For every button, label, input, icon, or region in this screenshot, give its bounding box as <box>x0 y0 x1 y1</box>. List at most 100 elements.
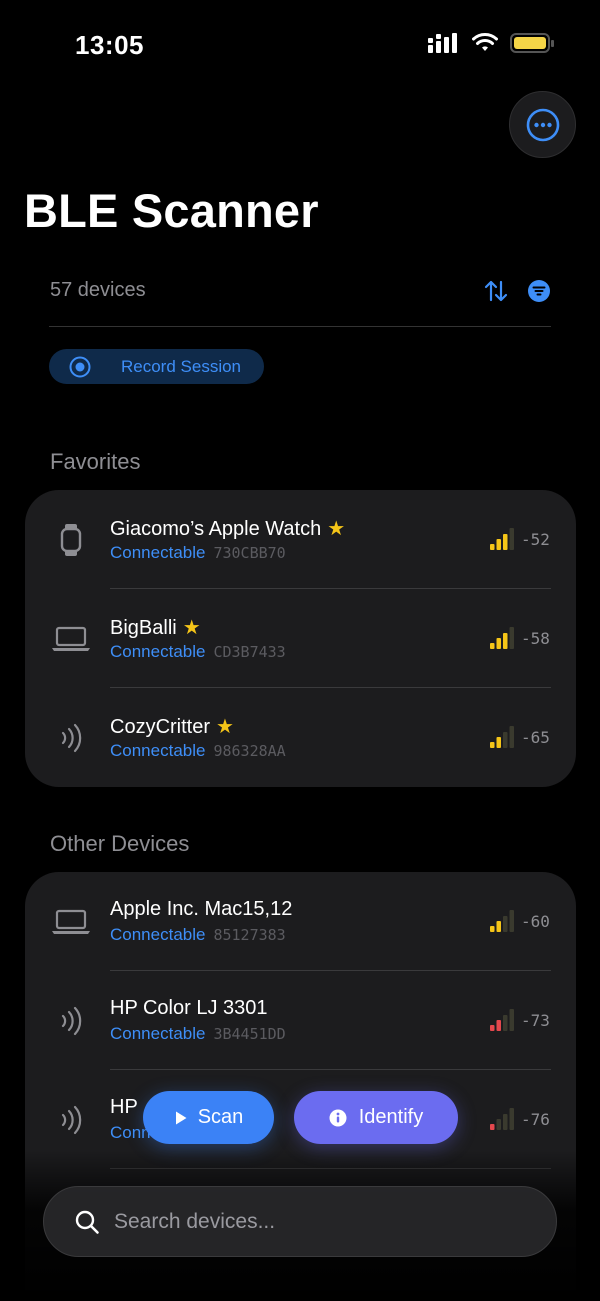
status-time: 13:05 <box>75 30 144 60</box>
device-subtitle: Connectable 3B4451DD <box>110 1024 286 1044</box>
signal-bar <box>490 1025 495 1031</box>
device-name-text: HP Color LJ 3301 <box>110 997 268 1019</box>
signal-bar <box>503 1015 508 1031</box>
battery-icon <box>510 33 554 53</box>
more-options-button[interactable] <box>509 91 576 158</box>
device-rssi: -52 <box>521 530 550 549</box>
signal-strength-icon <box>490 1108 516 1130</box>
device-row[interactable]: Giacomo’s Apple Watch ★ Connectable 730CBB7… <box>25 490 576 589</box>
device-id: 3B4451DD <box>213 1025 286 1043</box>
search-icon <box>75 1210 99 1234</box>
device-name: Apple Inc. Mac15,12 <box>110 898 292 921</box>
filter-icon[interactable] <box>527 279 551 303</box>
signal-strength-icon <box>490 1009 516 1031</box>
device-name: HP Color LJ 3301 <box>110 997 268 1020</box>
device-subtitle: Connectable 85127383 <box>110 925 286 945</box>
record-session-label: Record Session <box>121 356 242 376</box>
device-name-text: Giacomo’s Apple Watch <box>110 518 322 540</box>
device-row[interactable]: Apple Inc. Mac15,12 Connectable 85127383 -6… <box>25 872 576 971</box>
signal-bar <box>503 633 508 649</box>
device-name-text: CozyCritter <box>110 716 211 738</box>
signal-bar <box>509 627 514 649</box>
signal-bar <box>496 638 501 649</box>
signal-bar <box>496 1119 501 1130</box>
signal-bar <box>509 1108 514 1130</box>
device-name: CozyCritter ★ <box>110 714 234 739</box>
signal-bar <box>503 534 508 550</box>
status-bar: 13:05 <box>0 0 600 90</box>
page-title: BLE Scanner <box>24 184 319 237</box>
play-icon <box>175 1111 187 1124</box>
signal-bar <box>503 1114 508 1130</box>
broadcast-icon <box>50 1000 92 1042</box>
device-id: 986328AA <box>213 742 286 760</box>
laptop-icon <box>50 618 92 660</box>
laptop-icon <box>50 901 92 943</box>
device-name-text: BigBalli <box>110 617 177 639</box>
signal-bar <box>496 539 501 550</box>
device-row[interactable]: CozyCritter ★ Connectable 986328AA -65 <box>25 688 576 787</box>
signal-bar <box>490 1124 495 1130</box>
wifi-icon <box>472 33 498 51</box>
other-devices-section-title: Other Devices <box>50 831 190 856</box>
signal-bar <box>509 726 514 748</box>
device-rssi: -73 <box>521 1011 550 1030</box>
device-status: Connectable <box>110 543 206 562</box>
signal-strength-icon <box>490 726 516 748</box>
search-input[interactable] <box>114 1209 514 1234</box>
search-bar[interactable] <box>43 1186 557 1257</box>
signal-bar <box>490 742 495 748</box>
favorites-section-title: Favorites <box>50 449 141 474</box>
device-status: Connectable <box>110 1024 206 1043</box>
device-name-text: HP <box>110 1096 138 1118</box>
device-id: 730CBB70 <box>213 544 286 562</box>
info-icon <box>329 1109 347 1126</box>
sort-icon[interactable] <box>483 278 509 304</box>
device-status: Connectable <box>110 642 206 661</box>
device-rssi: -76 <box>521 1110 550 1129</box>
signal-bar <box>496 737 501 748</box>
signal-strength-icon <box>490 910 516 932</box>
signal-strength-icon <box>490 627 516 649</box>
signal-bar <box>503 732 508 748</box>
device-row[interactable]: BigBalli ★ Connectable CD3B7433 -58 <box>25 589 576 688</box>
record-session-button[interactable]: Record Session <box>49 349 264 384</box>
favorites-list: Giacomo’s Apple Watch ★ Connectable 730CBB7… <box>25 490 576 787</box>
scan-button[interactable]: Scan <box>143 1091 274 1144</box>
device-row[interactable]: HP Color LJ 3301 Connectable 3B4451DD -73 <box>25 971 576 1070</box>
device-name: Giacomo’s Apple Watch ★ <box>110 516 345 541</box>
signal-bar <box>496 1020 501 1031</box>
device-status: Connectable <box>110 741 206 760</box>
identify-button[interactable]: Identify <box>294 1091 458 1144</box>
device-subtitle: Connectable 986328AA <box>110 741 286 761</box>
signal-bar <box>503 916 508 932</box>
signal-bar <box>509 1009 514 1031</box>
signal-bar <box>490 926 495 932</box>
favorite-star-icon: ★ <box>216 716 234 738</box>
device-subtitle: Connectable 730CBB70 <box>110 543 286 563</box>
device-name: BigBalli ★ <box>110 615 201 640</box>
identify-label: Identify <box>358 1106 424 1128</box>
device-rssi: -60 <box>521 912 550 931</box>
status-icons <box>428 33 554 53</box>
device-id: 85127383 <box>213 926 286 944</box>
device-count: 57 devices <box>50 279 146 301</box>
favorite-star-icon: ★ <box>182 617 201 639</box>
device-status: Connectable <box>110 925 206 944</box>
device-rssi: -58 <box>521 629 550 648</box>
signal-bar <box>509 528 514 550</box>
broadcast-icon <box>50 1099 92 1141</box>
device-subtitle: Connectable CD3B7433 <box>110 642 286 662</box>
watch-icon <box>50 519 92 561</box>
device-name: HP <box>110 1096 138 1119</box>
record-icon <box>69 356 91 377</box>
signal-strength-icon <box>490 528 516 550</box>
scan-label: Scan <box>197 1106 244 1128</box>
favorite-star-icon: ★ <box>327 518 346 540</box>
device-rssi: -65 <box>521 728 550 747</box>
signal-bar <box>496 921 501 932</box>
header-divider <box>49 326 551 327</box>
device-name-text: Apple Inc. Mac15,12 <box>110 898 293 920</box>
device-id: CD3B7433 <box>213 643 286 661</box>
signal-bar <box>490 544 495 550</box>
